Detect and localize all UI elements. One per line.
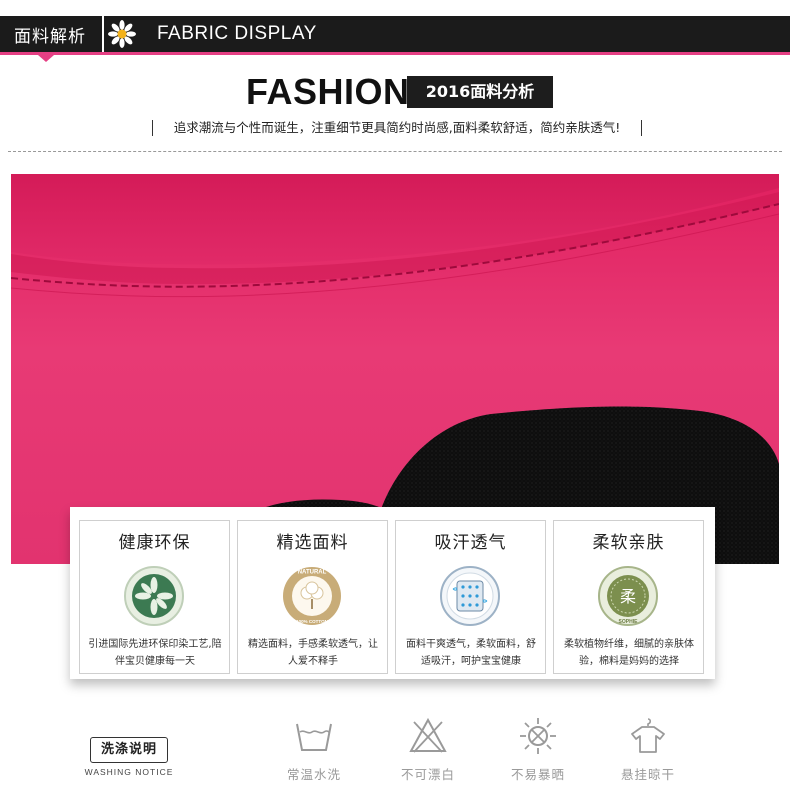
header-pointer	[38, 55, 54, 62]
header-title-cn: 面料解析	[14, 27, 86, 47]
breathable-fabric-icon	[440, 566, 500, 626]
feature-title: 柔软亲肤	[592, 533, 665, 553]
feature-card-soft: 柔软亲肤 柔 SOPHIE 柔软植物纤维，细腻的亲肤体验，棉料是妈妈的选择	[553, 520, 704, 674]
feature-title: 健康环保	[118, 533, 191, 553]
no-sun-icon	[520, 718, 556, 754]
feature-card-fabric: 精选面料 NATURAL 100% COTTON 精选面料，手感柔软透气，让人爱…	[237, 520, 388, 674]
feature-panel: 健康环保 引进国际先进环保印染工艺,陪伴宝贝健康每一天 精选面料 NATURAL…	[70, 507, 715, 679]
badge-text-top: NATURAL	[298, 570, 327, 576]
feature-card-eco: 健康环保 引进国际先进环保印染工艺,陪伴宝贝健康每一天	[79, 520, 230, 674]
header-accent-line	[0, 52, 790, 55]
feature-desc: 面料干爽透气，柔软面料，舒适吸汗，呵护宝宝健康	[406, 639, 536, 667]
headline: FASHION	[246, 71, 410, 112]
slogan: 追求潮流与个性而诞生，注重细节更具简约时尚感,面料柔软舒适，简约亲肤透气!	[152, 117, 642, 139]
wash-label: 悬挂晾干	[620, 767, 675, 782]
no-bleach-icon	[409, 717, 447, 753]
daisy-icon	[108, 20, 136, 48]
feature-desc: 柔软植物纤维，细腻的亲肤体验，棉料是妈妈的选择	[564, 639, 694, 667]
fabric-photo	[11, 174, 779, 564]
feature-desc: 引进国际先进环保印染工艺,陪伴宝贝健康每一天	[88, 639, 222, 667]
wash-label: 不易暴晒	[510, 767, 565, 782]
wash-label: 常温水洗	[286, 767, 341, 782]
dotted-divider	[8, 151, 782, 152]
washing-notice-en: WASHING NOTICE	[84, 767, 174, 777]
header-title-en: FABRIC DISPLAY	[157, 23, 317, 44]
feature-desc: 精选面料，手感柔软透气，让人爱不释手	[248, 639, 378, 667]
feature-title: 精选面料	[276, 533, 349, 553]
soft-icon: 柔 SOPHIE	[598, 566, 658, 626]
wash-label: 不可漂白	[400, 767, 455, 782]
leaf-icon	[124, 566, 184, 626]
badge-char: 柔	[620, 587, 636, 606]
hang-dry-icon	[631, 718, 665, 753]
badge-text-bottom: SOPHIE	[619, 619, 639, 625]
wash-tub-icon	[296, 723, 332, 751]
cotton-icon: NATURAL 100% COTTON	[283, 567, 341, 625]
washing-notice-label: 洗涤说明	[90, 737, 168, 763]
header-divider	[102, 16, 104, 52]
badge-text-bottom: 100% COTTON	[296, 619, 328, 624]
feature-card-breathable: 吸汗透气 面料干爽透气，柔软面料，舒适吸汗，呵护宝宝健康	[395, 520, 546, 674]
feature-title: 吸汗透气	[434, 533, 507, 553]
headline-tag: 2016面料分析	[407, 76, 553, 108]
